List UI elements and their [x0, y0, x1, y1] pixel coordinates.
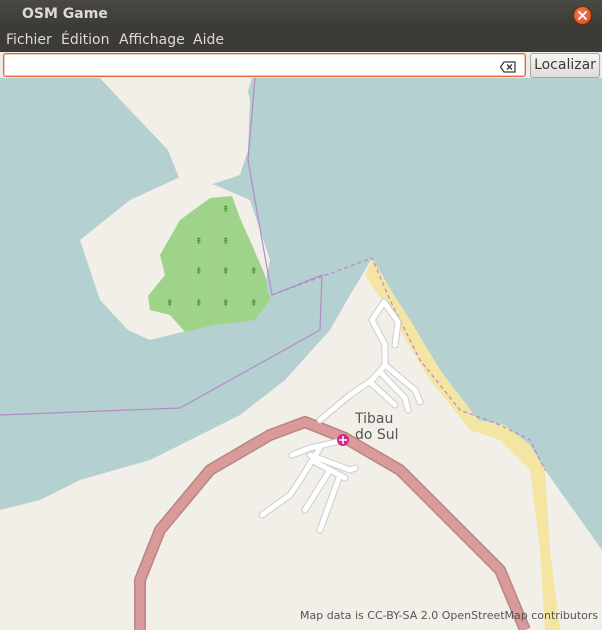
- window-title: OSM Game: [22, 6, 108, 22]
- svg-text:⇞: ⇞: [222, 237, 230, 247]
- search-field[interactable]: [3, 53, 526, 77]
- clear-text-icon[interactable]: [499, 58, 516, 77]
- svg-text:⇞: ⇞: [222, 299, 230, 309]
- menu-edition[interactable]: Édition: [61, 32, 109, 48]
- svg-text:⇞: ⇞: [195, 267, 203, 277]
- svg-text:⇞: ⇞: [195, 237, 203, 247]
- search-toolbar: Localizar: [0, 52, 602, 78]
- map-attribution: Map data is CC-BY-SA 2.0 OpenStreetMap c…: [300, 609, 599, 622]
- close-icon: [578, 11, 587, 20]
- menu-fichier[interactable]: Fichier: [6, 32, 52, 48]
- svg-text:⇞: ⇞: [250, 267, 258, 277]
- menu-bar: Fichier Édition Affichage Aide: [0, 30, 602, 52]
- svg-text:⇞: ⇞: [222, 267, 230, 277]
- place-name-line2: do Sul: [355, 427, 399, 443]
- map-view[interactable]: ⇞ ⇞ ⇞ ⇞ ⇞ ⇞ ⇞ ⇞ ⇞ ⇞ Tibau do Sul Map data is C…: [0, 78, 602, 630]
- place-name-line1: Tibau: [355, 411, 394, 427]
- place-of-worship-icon: [337, 434, 349, 446]
- svg-text:⇞: ⇞: [195, 299, 203, 309]
- menu-aide[interactable]: Aide: [193, 32, 224, 48]
- svg-text:⇞: ⇞: [166, 299, 174, 309]
- menu-affichage[interactable]: Affichage: [119, 32, 185, 48]
- search-input[interactable]: [7, 56, 487, 72]
- svg-text:⇞: ⇞: [250, 299, 258, 309]
- map-canvas: ⇞ ⇞ ⇞ ⇞ ⇞ ⇞ ⇞ ⇞ ⇞ ⇞: [0, 78, 602, 630]
- localize-button[interactable]: Localizar: [530, 53, 600, 78]
- close-button[interactable]: [574, 7, 591, 24]
- svg-text:⇞: ⇞: [222, 205, 230, 215]
- window-titlebar: OSM Game: [0, 0, 602, 30]
- place-label: Tibau do Sul: [355, 411, 399, 443]
